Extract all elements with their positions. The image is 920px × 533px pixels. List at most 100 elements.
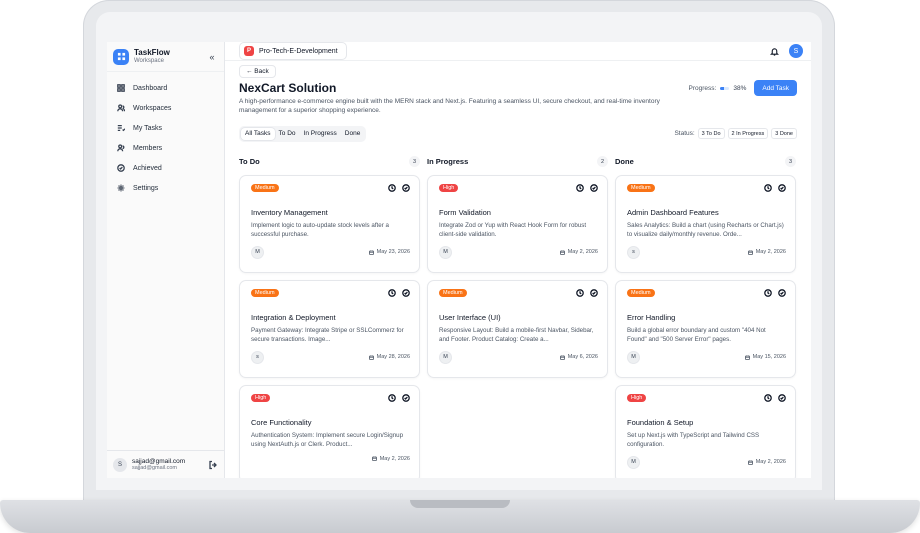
workspaces-icon (117, 104, 125, 112)
check-circle-icon[interactable] (778, 394, 786, 403)
task-title: User Interface (UI) (439, 312, 501, 322)
tab-all-tasks[interactable]: All Tasks (241, 127, 275, 140)
main-area: P Pro-Tech-E-Development S ← Back NexCar… (225, 42, 811, 478)
account-avatar[interactable]: S (789, 44, 803, 58)
filter-tabs: All Tasks To Do In Progress Done (239, 125, 367, 142)
check-circle-icon[interactable] (402, 394, 410, 403)
sidebar-item-achieved[interactable]: Achieved (111, 158, 220, 178)
due-date: May 2, 2026 (747, 459, 786, 466)
clock-icon[interactable] (764, 394, 772, 403)
clock-icon[interactable] (388, 184, 396, 193)
bell-icon[interactable] (770, 47, 779, 56)
priority-badge: Medium (439, 289, 467, 298)
task-card[interactable]: Medium Admin Dashboard Features Sales Anal… (615, 174, 796, 273)
collapse-sidebar-button[interactable]: « (206, 52, 218, 62)
due-date: May 2, 2026 (371, 455, 410, 462)
clock-icon[interactable] (388, 394, 396, 403)
sidebar-item-label: Members (133, 144, 163, 152)
calendar-icon (744, 355, 750, 360)
task-card[interactable]: High Foundation & Setup Set up Next.js wit… (615, 384, 796, 478)
taskflow-logo-icon (113, 48, 129, 65)
column-header: To Do 3 (239, 156, 420, 168)
app-screen: TaskFlow Workspace « Dashboard Workspace… (107, 42, 811, 478)
status-summary: Status: 3 To Do 2 In Progress 3 Done (674, 128, 797, 140)
task-title: Foundation & Setup (627, 417, 694, 427)
task-card[interactable]: Medium Error Handling Build a global error… (615, 279, 796, 378)
due-date: May 28, 2026 (368, 354, 410, 360)
tab-done[interactable]: Done (341, 128, 365, 140)
user-email: sajjad@gmail.com (132, 465, 178, 472)
user-profile: S sajjad@gmail.com sajjad@gmail.com (107, 450, 224, 478)
column-header: Done 3 (615, 156, 796, 168)
due-date-text: May 2, 2026 (755, 459, 786, 466)
task-card[interactable]: High Core Functionality Authentication Sys… (239, 384, 420, 478)
status-label: Status: (674, 130, 695, 138)
column-count: 2 (597, 156, 608, 168)
task-card[interactable]: Medium User Interface (UI) Responsive Layo… (427, 279, 608, 378)
check-circle-icon[interactable] (402, 289, 410, 298)
clock-icon[interactable] (576, 289, 584, 298)
tasks-icon (117, 124, 125, 132)
clock-icon[interactable] (388, 289, 396, 298)
project-selector[interactable]: P Pro-Tech-E-Development (239, 42, 347, 60)
due-date-text: May 2, 2026 (567, 249, 598, 256)
calendar-icon (747, 250, 753, 255)
check-circle-icon[interactable] (590, 184, 598, 193)
brand: TaskFlow Workspace « (107, 42, 224, 72)
priority-badge: Medium (251, 289, 279, 298)
add-task-button[interactable]: Add Task (754, 80, 797, 96)
due-date: May 2, 2026 (747, 249, 786, 255)
status-chip-done: 3 Done (771, 128, 797, 140)
assignee-avatar: M (251, 245, 264, 259)
assignee-avatar: s (251, 350, 264, 364)
sidebar-item-my-tasks[interactable]: My Tasks (111, 118, 220, 138)
task-title: Inventory Management (251, 207, 328, 217)
user-avatar[interactable]: S (113, 457, 127, 472)
priority-badge: Medium (251, 184, 279, 193)
sidebar-item-label: My Tasks (133, 124, 163, 132)
task-description: Set up Next.js with TypeScript and Tailw… (627, 431, 760, 448)
due-date-text: May 23, 2026 (376, 249, 410, 256)
column-to-do: To Do 3 Medium Inventory Management Implemen… (239, 156, 420, 478)
sidebar-item-workspaces[interactable]: Workspaces (111, 98, 220, 118)
tab-to-do[interactable]: To Do (275, 128, 300, 140)
priority-badge: High (251, 394, 271, 403)
column-count: 3 (785, 156, 796, 168)
clock-icon[interactable] (764, 289, 772, 298)
task-card[interactable]: Medium Integration & Deployment Payment Ga… (239, 279, 420, 378)
sidebar-item-label: Achieved (133, 164, 162, 172)
calendar-icon (368, 355, 374, 360)
tab-in-progress[interactable]: In Progress (300, 128, 341, 140)
clock-icon[interactable] (576, 184, 584, 193)
priority-badge: Medium (627, 184, 655, 193)
assignee-avatar: M (627, 455, 640, 469)
task-description: Implement logic to auto-update stock lev… (251, 221, 389, 238)
due-date: May 23, 2026 (368, 249, 410, 256)
check-circle-icon[interactable] (590, 289, 598, 298)
logout-icon[interactable] (208, 460, 218, 470)
page-title: NexCart Solution (239, 81, 337, 95)
status-chip-in-progress: 2 In Progress (727, 128, 769, 140)
brand-subtitle: Workspace (134, 57, 164, 64)
task-card[interactable]: Medium Inventory Management Implement logi… (239, 174, 420, 273)
check-circle-icon[interactable] (402, 184, 410, 193)
sidebar-item-settings[interactable]: Settings (111, 178, 220, 198)
due-date-text: May 2, 2026 (379, 455, 410, 462)
back-button[interactable]: ← Back (239, 65, 276, 78)
sidebar-item-label: Workspaces (133, 104, 172, 112)
brand-title: TaskFlow (134, 47, 170, 57)
column-title: Done (615, 157, 634, 167)
task-card[interactable]: High Form Validation Integrate Zod or Yup … (427, 174, 608, 273)
check-circle-icon[interactable] (778, 289, 786, 298)
sidebar-item-label: Dashboard (133, 84, 168, 92)
due-date: May 6, 2026 (559, 354, 598, 360)
sidebar-item-members[interactable]: Members (111, 138, 220, 158)
priority-badge: High (439, 184, 459, 193)
column-header: In Progress 2 (427, 156, 608, 168)
members-icon (117, 144, 125, 152)
check-circle-icon[interactable] (778, 184, 786, 193)
sidebar-item-dashboard[interactable]: Dashboard (111, 78, 220, 98)
calendar-icon (747, 460, 753, 465)
calendar-icon (371, 456, 377, 462)
clock-icon[interactable] (764, 184, 772, 193)
